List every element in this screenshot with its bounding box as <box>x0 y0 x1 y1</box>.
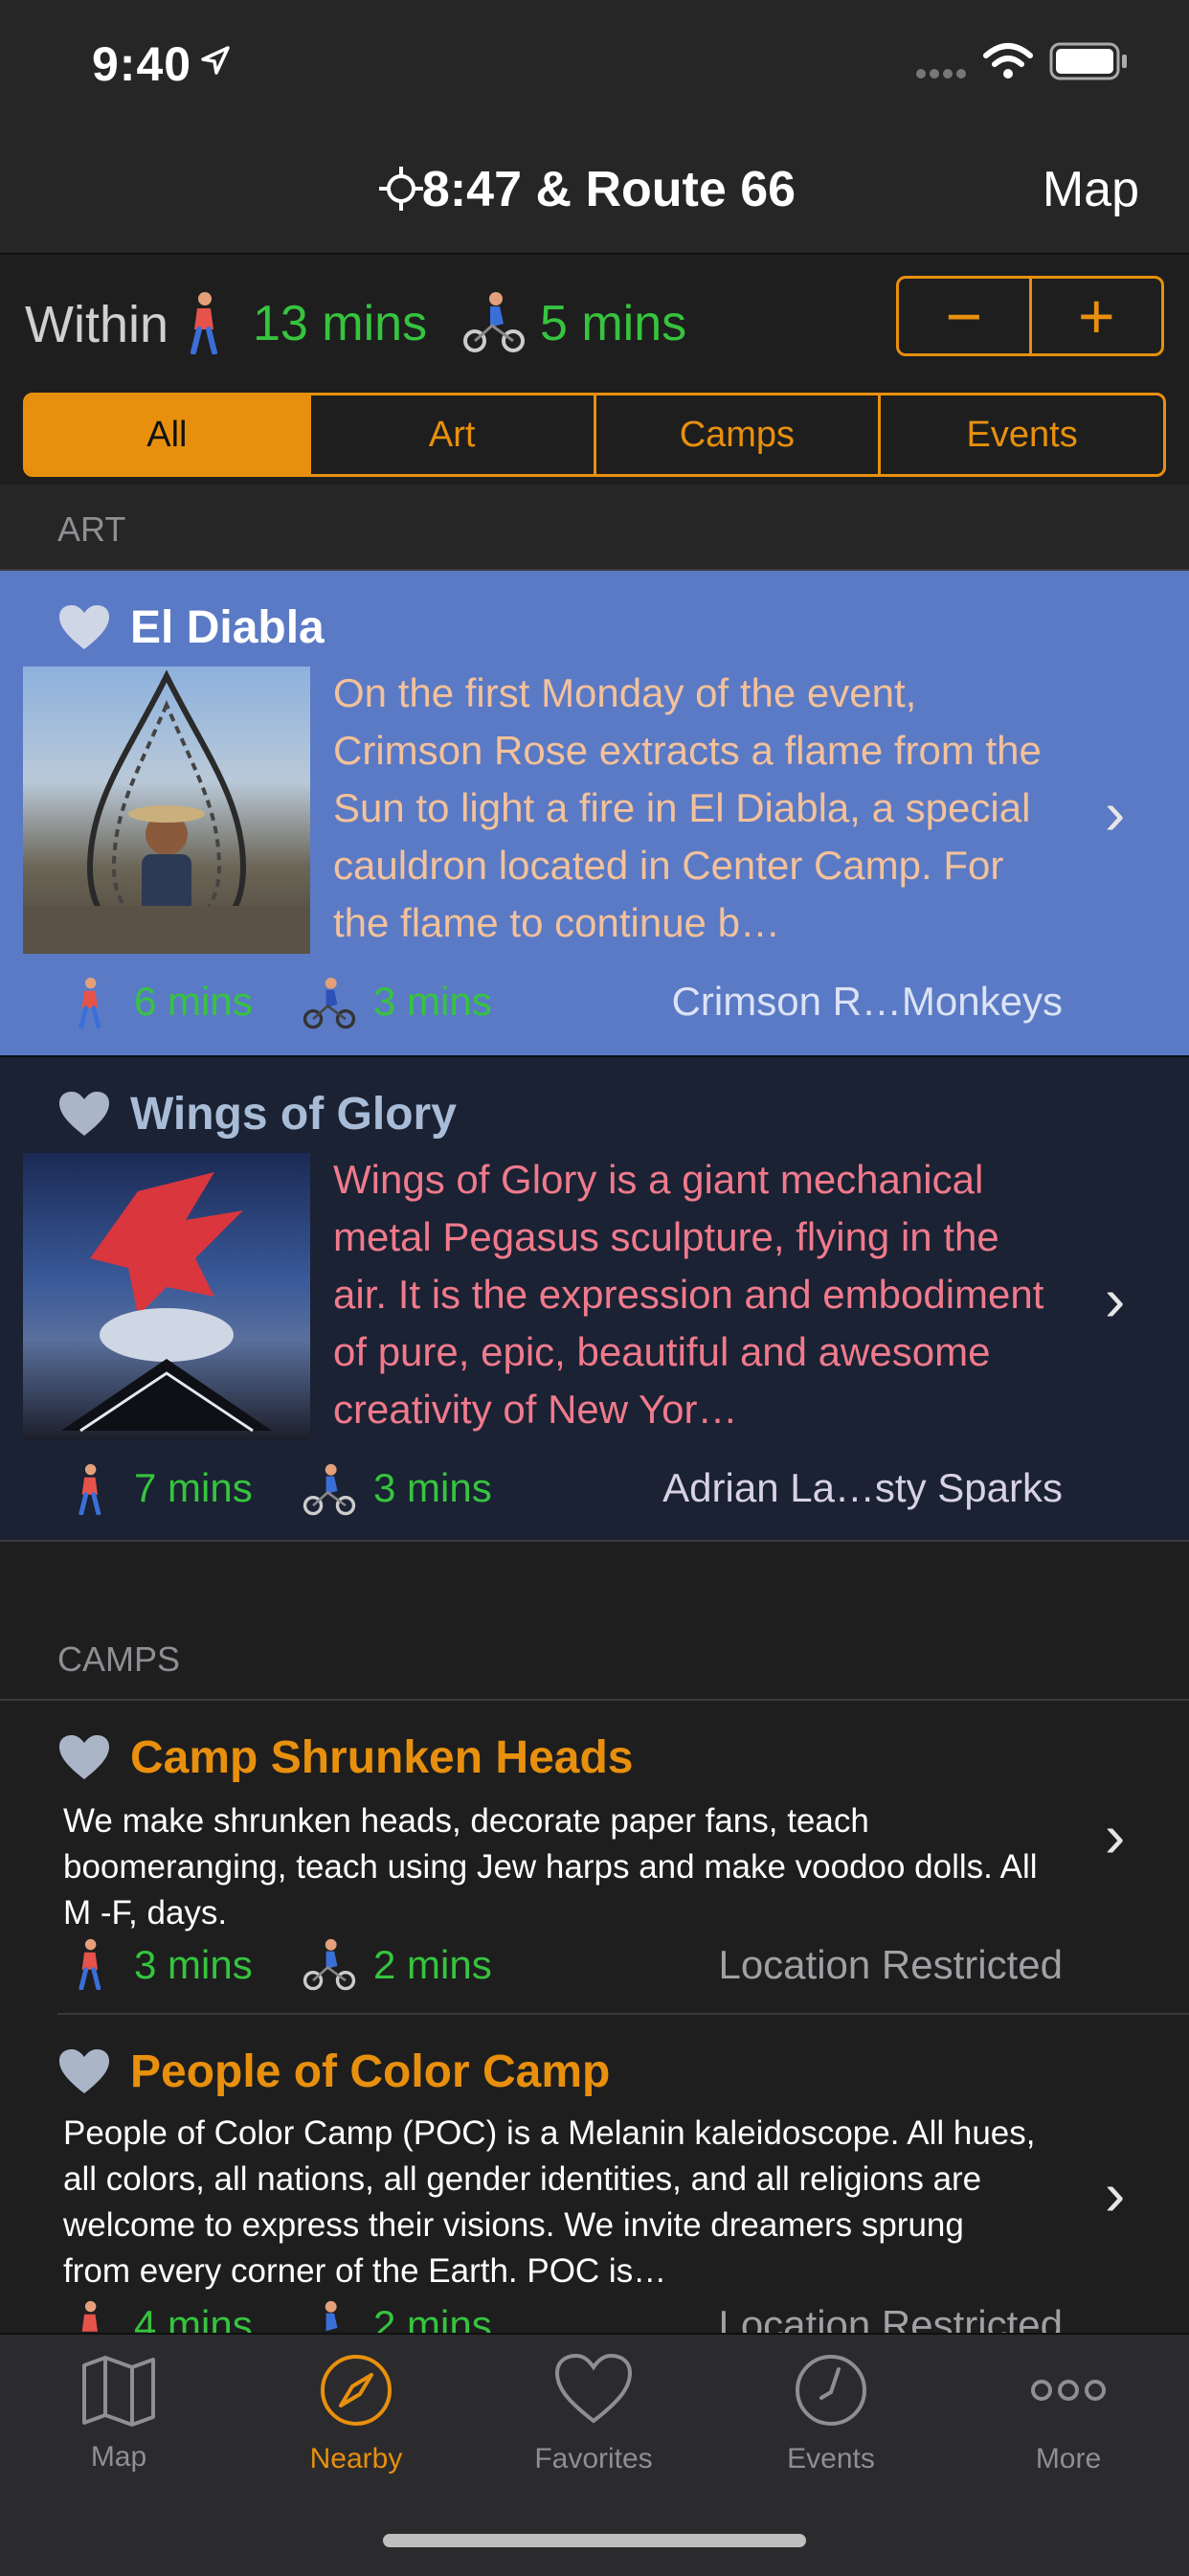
chevron-right-icon: › <box>1105 1801 1126 1870</box>
tab-label: Nearby <box>309 2443 403 2474</box>
list-item[interactable]: Camp Shrunken Heads We make shrunken hea… <box>0 1699 1189 2013</box>
signal-icon <box>916 69 966 79</box>
segment-art[interactable]: Art <box>307 395 594 474</box>
favorite-heart-icon[interactable] <box>57 1733 111 1781</box>
within-label: Within <box>25 296 169 353</box>
list-item[interactable]: People of Color Camp People of Color Cam… <box>57 2013 1189 2347</box>
bike-time: 3 mins <box>373 979 492 1024</box>
item-description: People of Color Camp (POC) is a Melanin … <box>63 2114 1036 2290</box>
tab-label: Map <box>90 2441 147 2473</box>
favorite-heart-icon[interactable] <box>57 603 111 651</box>
item-thumbnail <box>23 1153 310 1440</box>
item-description: On the first Monday of the event, Crimso… <box>333 670 1042 945</box>
item-description: Wings of Glory is a giant mechanical met… <box>333 1157 1044 1432</box>
increase-button[interactable]: + <box>1032 279 1162 353</box>
item-host: Adrian La…sty Sparks <box>662 1465 1063 1510</box>
tab-label: More <box>1035 2443 1102 2474</box>
map-icon <box>82 2356 155 2427</box>
status-time: 9:40 <box>92 37 192 91</box>
cyclist-icon <box>463 292 525 352</box>
section-header-label: CAMPS <box>57 1639 181 1679</box>
segment-camps[interactable]: Camps <box>593 395 879 474</box>
section-header-label: ART <box>57 509 126 549</box>
item-thumbnail <box>23 667 310 954</box>
bike-time: 2 mins <box>373 1942 492 1987</box>
item-host: Crimson R…Monkeys <box>671 979 1063 1024</box>
list-item[interactable]: El Diabla On the first Monday of the eve… <box>0 569 1189 1055</box>
tab-label: Events <box>787 2443 875 2474</box>
walking-person-icon <box>191 292 217 354</box>
wifi-icon <box>983 43 1033 79</box>
section-header-camps: CAMPS <box>0 1615 1189 1701</box>
item-title: El Diabla <box>130 602 325 653</box>
battery-icon <box>1049 42 1127 80</box>
list-item[interactable]: Wings of Glory Wings of Glory is a giant… <box>0 1055 1189 1540</box>
tab-map[interactable]: Map <box>0 2352 237 2474</box>
chevron-right-icon: › <box>1105 2159 1126 2228</box>
segment-all[interactable]: All <box>26 395 308 474</box>
cyclist-icon <box>303 1938 356 1991</box>
item-title: Wings of Glory <box>130 1089 457 1140</box>
tab-nearby[interactable]: Nearby <box>237 2352 475 2475</box>
category-segmented-control[interactable]: All Art Camps Events <box>23 393 1166 477</box>
distance-stepper[interactable]: − + <box>896 276 1164 356</box>
walk-time: 6 mins <box>134 979 253 1024</box>
favorite-heart-icon[interactable] <box>57 2047 111 2095</box>
item-location: Location Restricted <box>718 1942 1063 1987</box>
chevron-right-icon: › <box>1105 1265 1126 1334</box>
heart-icon <box>554 2353 633 2424</box>
chevron-right-icon: › <box>1105 779 1126 847</box>
segment-events[interactable]: Events <box>878 395 1163 474</box>
clock-icon <box>796 2355 866 2426</box>
compass-icon <box>321 2355 392 2426</box>
home-indicator[interactable] <box>383 2534 806 2547</box>
nav-title[interactable]: 8:47 & Route 66 <box>0 161 1189 218</box>
decrease-button[interactable]: − <box>899 279 1032 353</box>
tab-more[interactable]: More <box>950 2352 1187 2475</box>
location-arrow-icon <box>201 46 230 75</box>
map-button[interactable]: Map <box>1043 161 1139 218</box>
cyclist-icon <box>303 977 356 1029</box>
tab-favorites[interactable]: Favorites <box>475 2352 712 2475</box>
walking-person-icon <box>79 1463 101 1515</box>
more-icon <box>1031 2380 1106 2401</box>
walk-time: 7 mins <box>134 1465 253 1510</box>
bike-distance: 5 mins <box>540 296 687 351</box>
bike-time: 3 mins <box>373 1465 492 1510</box>
tab-label: Favorites <box>534 2443 653 2474</box>
tab-events[interactable]: Events <box>712 2352 950 2475</box>
cyclist-icon <box>303 1463 356 1516</box>
section-header-art: ART <box>0 485 1189 571</box>
walk-time: 3 mins <box>134 1942 253 1987</box>
walking-person-icon <box>79 977 101 1028</box>
walk-distance: 13 mins <box>253 296 428 351</box>
item-title: People of Color Camp <box>130 2046 611 2097</box>
item-description: We make shrunken heads, decorate paper f… <box>63 1802 1038 1932</box>
walking-person-icon <box>79 1938 101 1990</box>
item-title: Camp Shrunken Heads <box>130 1732 634 1783</box>
favorite-heart-icon[interactable] <box>57 1090 111 1138</box>
